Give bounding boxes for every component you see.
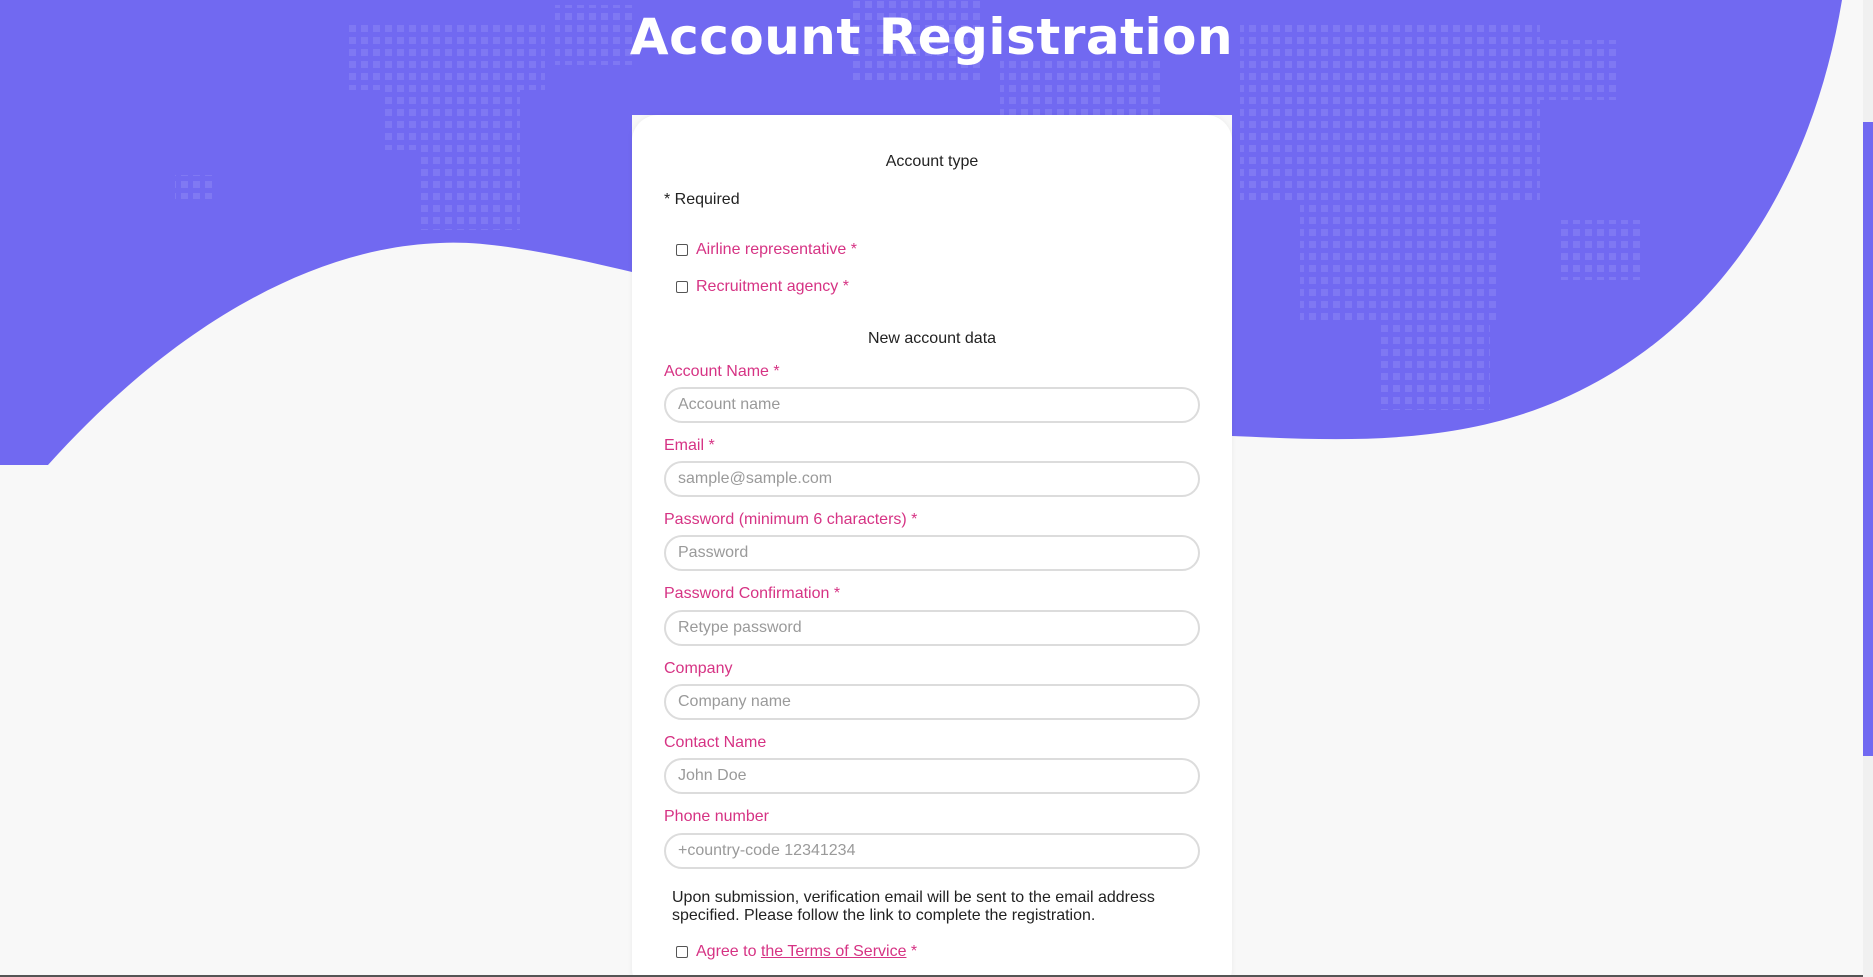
account-type-heading: Account type <box>885 153 979 170</box>
account-data-heading: New account data <box>867 330 997 347</box>
verification-notice: Upon submission, verification email will… <box>672 889 1155 924</box>
password-confirmation-placeholder: Retype password <box>678 619 802 636</box>
password-input[interactable]: Password <box>664 535 1200 571</box>
company-input[interactable]: Company name <box>664 684 1200 720</box>
airline-checkbox[interactable] <box>676 244 688 256</box>
page-title: Account Registration <box>629 8 1234 66</box>
agency-label: Recruitment agency * <box>696 278 849 295</box>
phone-label: Phone number <box>664 808 769 825</box>
account-name-input[interactable]: Account name <box>664 387 1200 423</box>
contact-name-input[interactable]: John Doe <box>664 758 1200 794</box>
password-label: Password (minimum 6 characters) * <box>664 511 918 528</box>
email-placeholder: sample@sample.com <box>678 470 833 487</box>
agency-checkbox[interactable] <box>676 281 688 293</box>
required-note: * Required <box>664 191 740 208</box>
phone-input[interactable]: +country-code 12341234 <box>664 833 1200 869</box>
contact-name-label: Contact Name <box>664 734 767 751</box>
registration-form-card: Account type * Required Airline represen… <box>632 115 1232 977</box>
account-name-label: Account Name * <box>664 363 780 380</box>
scrollbar-thumb[interactable] <box>1863 122 1873 756</box>
terms-of-service-link[interactable]: the Terms of Service <box>761 943 907 960</box>
company-placeholder: Company name <box>678 693 791 710</box>
terms-agreement[interactable]: Agree to the Terms of Service * <box>676 943 917 961</box>
phone-placeholder: +country-code 12341234 <box>678 842 856 859</box>
contact-name-placeholder: John Doe <box>678 767 747 784</box>
airline-label: Airline representative * <box>696 241 857 258</box>
registration-page: Account Registration Account type * Requ… <box>0 0 1873 977</box>
terms-checkbox[interactable] <box>676 946 688 958</box>
terms-suffix: * <box>906 943 918 960</box>
password-confirmation-input[interactable]: Retype password <box>664 610 1200 646</box>
password-placeholder: Password <box>678 544 749 561</box>
account-type-option-airline[interactable]: Airline representative * <box>676 241 857 259</box>
account-name-placeholder: Account name <box>678 396 781 413</box>
email-label: Email * <box>664 437 715 454</box>
email-input[interactable]: sample@sample.com <box>664 461 1200 497</box>
terms-prefix: Agree to <box>696 943 761 960</box>
password-confirmation-label: Password Confirmation * <box>664 585 841 602</box>
account-type-option-agency[interactable]: Recruitment agency * <box>676 278 849 296</box>
terms-label: Agree to the Terms of Service * <box>696 943 917 961</box>
company-label: Company <box>664 660 733 677</box>
